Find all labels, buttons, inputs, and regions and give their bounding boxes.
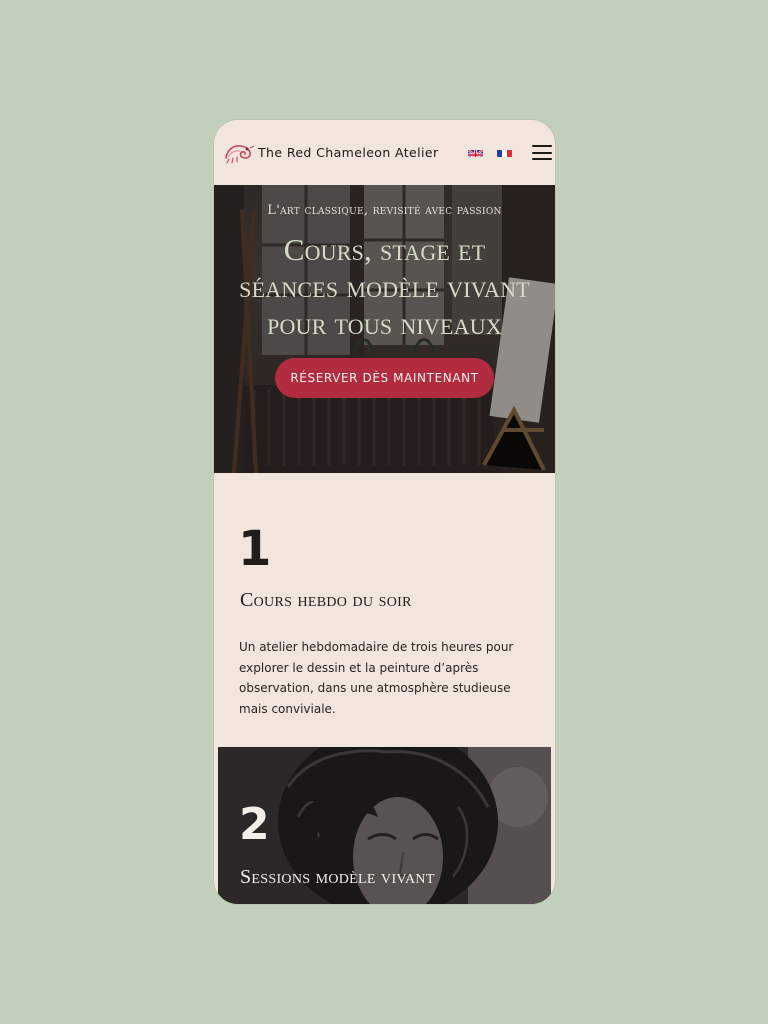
uk-flag-icon[interactable] xyxy=(468,147,483,157)
hero-title: Cours, stage et séances modèle vivant po… xyxy=(214,231,555,342)
offer-section-weekly: 1 Cours hebdo du soir Un atelier hebdoma… xyxy=(214,473,555,747)
hero-subtitle: L'art classique, revisité avec passion xyxy=(267,203,502,218)
section-number: 1 xyxy=(238,521,272,577)
chameleon-logo-icon[interactable] xyxy=(222,139,256,167)
section-title: Sessions modèle vivant xyxy=(240,866,435,888)
brand-name[interactable]: The Red Chameleon Atelier xyxy=(258,145,439,160)
section-description: Un atelier hebdomadaire de trois heures … xyxy=(239,640,514,716)
book-now-button[interactable]: RÉSERVER DÈS MAINTENANT xyxy=(275,358,494,398)
hero-banner: L'art classique, revisité avec passion C… xyxy=(214,185,555,473)
offer-section-live-model[interactable]: 2 Sessions modèle vivant xyxy=(218,747,551,904)
hero-title-line: séances modèle vivant xyxy=(239,269,530,304)
hamburger-menu-icon[interactable] xyxy=(532,145,552,160)
france-flag-icon[interactable] xyxy=(497,147,512,157)
section-number: 2 xyxy=(239,799,270,850)
site-header: The Red Chameleon Atelier xyxy=(214,120,555,185)
mobile-frame: The Red Chameleon Atelier L'art classiqu… xyxy=(214,120,555,904)
hero-title-line: pour tous niveaux xyxy=(267,306,502,341)
section-title: Cours hebdo du soir xyxy=(240,589,412,611)
hero-title-line: Cours, stage et xyxy=(283,232,486,267)
